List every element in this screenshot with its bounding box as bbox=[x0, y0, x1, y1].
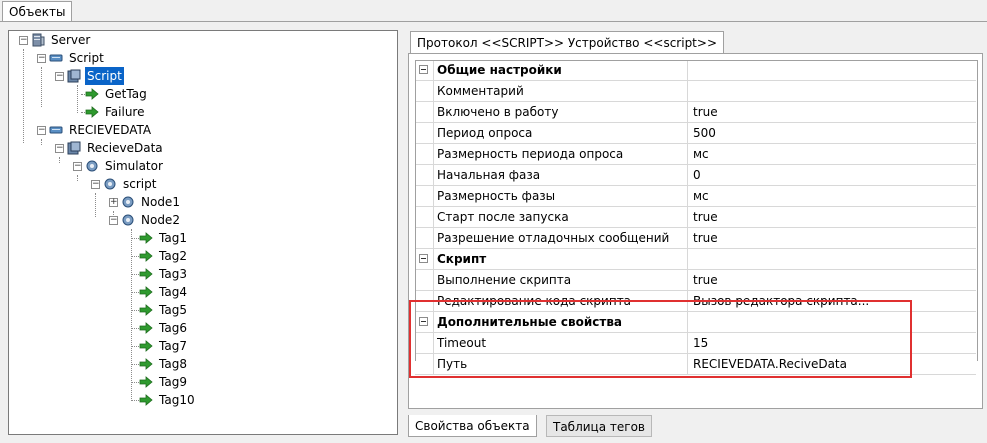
tab-tag-table[interactable]: Таблица тегов bbox=[546, 415, 652, 437]
collapse-toggle[interactable]: − bbox=[37, 126, 46, 135]
property-value bbox=[693, 60, 973, 80]
collapse-toggle[interactable]: − bbox=[55, 144, 64, 153]
expand-toggle[interactable]: + bbox=[109, 198, 118, 207]
property-value[interactable]: мс bbox=[693, 186, 973, 206]
collapse-toggle[interactable]: − bbox=[19, 36, 28, 45]
tree-line bbox=[41, 139, 42, 145]
tree-line bbox=[59, 157, 60, 163]
row-gutter bbox=[415, 123, 434, 143]
tab-objects[interactable]: Объекты bbox=[2, 1, 72, 21]
property-name: Разрешение отладочных сообщений bbox=[437, 228, 688, 248]
property-row[interactable]: Размерность периода опроса мс bbox=[415, 144, 976, 165]
tree-line bbox=[23, 49, 24, 143]
row-gutter bbox=[415, 249, 434, 269]
network-icon bbox=[49, 51, 63, 65]
object-tree[interactable]: − − − − − − − + − Server Script Script G… bbox=[8, 30, 398, 435]
property-name: Старт после запуска bbox=[437, 207, 688, 227]
property-name: Размерность периода опроса bbox=[437, 144, 688, 164]
property-value[interactable]: true bbox=[693, 207, 973, 227]
tag-arrow-icon bbox=[139, 249, 153, 263]
tree-line bbox=[41, 67, 42, 107]
row-gutter bbox=[415, 270, 434, 290]
row-gutter bbox=[415, 228, 434, 248]
property-name: Начальная фаза bbox=[437, 165, 688, 185]
property-value[interactable]: мс bbox=[693, 144, 973, 164]
row-gutter bbox=[415, 102, 434, 122]
device-icon bbox=[67, 69, 81, 83]
tag-arrow-icon bbox=[139, 321, 153, 335]
server-icon bbox=[31, 33, 45, 47]
arrow-right-icon bbox=[85, 105, 99, 119]
property-value[interactable]: true bbox=[693, 228, 973, 248]
collapse-icon[interactable] bbox=[419, 65, 428, 74]
collapse-icon[interactable] bbox=[419, 254, 428, 263]
collapse-toggle[interactable]: − bbox=[91, 180, 100, 189]
property-value[interactable]: 500 bbox=[693, 123, 973, 143]
tab-protocol[interactable]: Протокол <<SCRIPT>> Устройство <<script>… bbox=[410, 31, 724, 53]
category-script[interactable]: Скрипт bbox=[415, 249, 976, 270]
tag-arrow-icon bbox=[139, 303, 153, 317]
property-value[interactable]: true bbox=[693, 102, 973, 122]
highlight-box bbox=[409, 300, 912, 378]
property-row[interactable]: Выполнение скрипта true bbox=[415, 270, 976, 291]
device-icon bbox=[67, 141, 81, 155]
gear-device-icon bbox=[103, 177, 117, 191]
row-gutter bbox=[415, 165, 434, 185]
property-value[interactable]: 0 bbox=[693, 165, 973, 185]
tree-line bbox=[77, 175, 78, 181]
tag-arrow-icon bbox=[139, 339, 153, 353]
property-value bbox=[693, 249, 973, 269]
property-name: Скрипт bbox=[437, 249, 688, 269]
tag-arrow-icon bbox=[139, 357, 153, 371]
tag-arrow-icon bbox=[139, 285, 153, 299]
category-general[interactable]: Общие настройки bbox=[415, 60, 976, 81]
tree-line bbox=[131, 229, 132, 401]
tree-line bbox=[95, 193, 96, 217]
network-icon bbox=[49, 123, 63, 137]
property-name: Размерность фазы bbox=[437, 186, 688, 206]
property-row[interactable]: Старт после запуска true bbox=[415, 207, 976, 228]
property-row[interactable]: Разрешение отладочных сообщений true bbox=[415, 228, 976, 249]
tag-arrow-icon bbox=[139, 393, 153, 407]
property-row[interactable]: Начальная фаза 0 bbox=[415, 165, 976, 186]
gear-device-icon bbox=[85, 159, 99, 173]
tag-arrow-icon bbox=[139, 231, 153, 245]
gettag-arrow-icon bbox=[85, 87, 99, 101]
property-name: Комментарий bbox=[437, 81, 688, 101]
collapse-toggle[interactable]: − bbox=[73, 162, 82, 171]
row-gutter bbox=[415, 186, 434, 206]
property-name: Общие настройки bbox=[437, 60, 688, 80]
property-row[interactable]: Включено в работу true bbox=[415, 102, 976, 123]
property-value[interactable] bbox=[693, 81, 973, 101]
property-row[interactable]: Период опроса 500 bbox=[415, 123, 976, 144]
gear-device-icon bbox=[121, 195, 135, 209]
tag-arrow-icon bbox=[139, 267, 153, 281]
row-gutter bbox=[415, 81, 434, 101]
gear-device-icon bbox=[121, 213, 135, 227]
property-name: Выполнение скрипта bbox=[437, 270, 688, 290]
row-gutter bbox=[415, 207, 434, 227]
property-value[interactable]: true bbox=[693, 270, 973, 290]
top-divider bbox=[0, 21, 987, 22]
property-row[interactable]: Размерность фазы мс bbox=[415, 186, 976, 207]
tab-object-properties[interactable]: Свойства объекта bbox=[408, 415, 537, 437]
property-row[interactable]: Комментарий bbox=[415, 81, 976, 102]
collapse-toggle[interactable]: − bbox=[109, 216, 118, 225]
row-gutter bbox=[415, 60, 434, 80]
property-name: Период опроса bbox=[437, 123, 688, 143]
property-name: Включено в работу bbox=[437, 102, 688, 122]
row-gutter bbox=[415, 144, 434, 164]
tag-arrow-icon bbox=[139, 375, 153, 389]
collapse-toggle[interactable]: − bbox=[37, 54, 46, 63]
collapse-toggle[interactable]: − bbox=[55, 72, 64, 81]
tree-line bbox=[77, 85, 78, 113]
